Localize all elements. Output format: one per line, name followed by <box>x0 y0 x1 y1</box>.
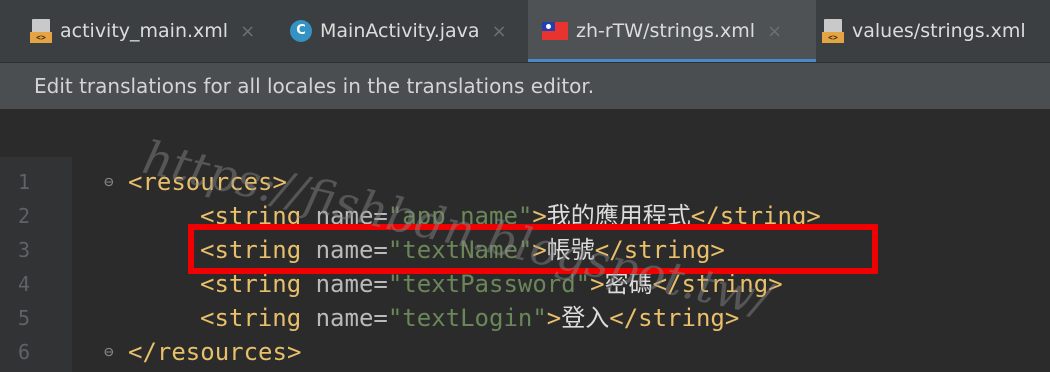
tab-activity-main-xml[interactable]: <> activity_main.xml × <box>30 0 255 62</box>
java-class-icon: C <box>290 20 312 42</box>
tab-label: MainActivity.java <box>320 20 480 42</box>
line-number: 1 <box>18 170 31 194</box>
editor-tab-bar: <> activity_main.xml × C MainActivity.ja… <box>0 0 1050 63</box>
xml-tag: <resources> <box>128 168 287 196</box>
fold-icon[interactable]: ⊖ <box>104 344 118 360</box>
code-line-5: 5 <string name="textLogin">登入</string> <box>0 301 1050 335</box>
xml-file-icon: <> <box>822 19 844 43</box>
editor-top-spacer <box>0 109 1050 157</box>
code-line-1: 1 ⊖ <resources> <box>0 165 1050 199</box>
tab-values-strings-xml[interactable]: <> values/strings.xml <box>822 0 1026 62</box>
xml-file-icon: <> <box>30 19 52 43</box>
line-number: 2 <box>18 204 31 228</box>
close-icon[interactable]: × <box>492 21 507 42</box>
code-line-6: 6 ⊖ </resources> <box>0 335 1050 369</box>
taiwan-flag-icon <box>542 22 568 40</box>
translations-editor-notice[interactable]: Edit translations for all locales in the… <box>0 63 1050 109</box>
line-number: 6 <box>18 340 31 364</box>
close-icon[interactable]: × <box>240 21 255 42</box>
fold-icon[interactable]: ⊖ <box>104 174 118 190</box>
tab-label: zh-rTW/strings.xml <box>576 20 755 42</box>
tab-zh-rtw-strings-xml[interactable]: zh-rTW/strings.xml × <box>528 0 816 62</box>
tab-label: activity_main.xml <box>60 20 229 42</box>
tab-label: values/strings.xml <box>852 20 1026 42</box>
line-number: 5 <box>18 306 31 330</box>
tab-main-activity-java[interactable]: C MainActivity.java × <box>290 0 507 62</box>
notice-text: Edit translations for all locales in the… <box>34 74 595 98</box>
line-number: 3 <box>18 238 31 262</box>
close-icon[interactable]: × <box>767 21 782 42</box>
line-number: 4 <box>18 272 31 296</box>
xml-tag: </resources> <box>128 338 302 366</box>
highlight-box <box>188 224 878 274</box>
